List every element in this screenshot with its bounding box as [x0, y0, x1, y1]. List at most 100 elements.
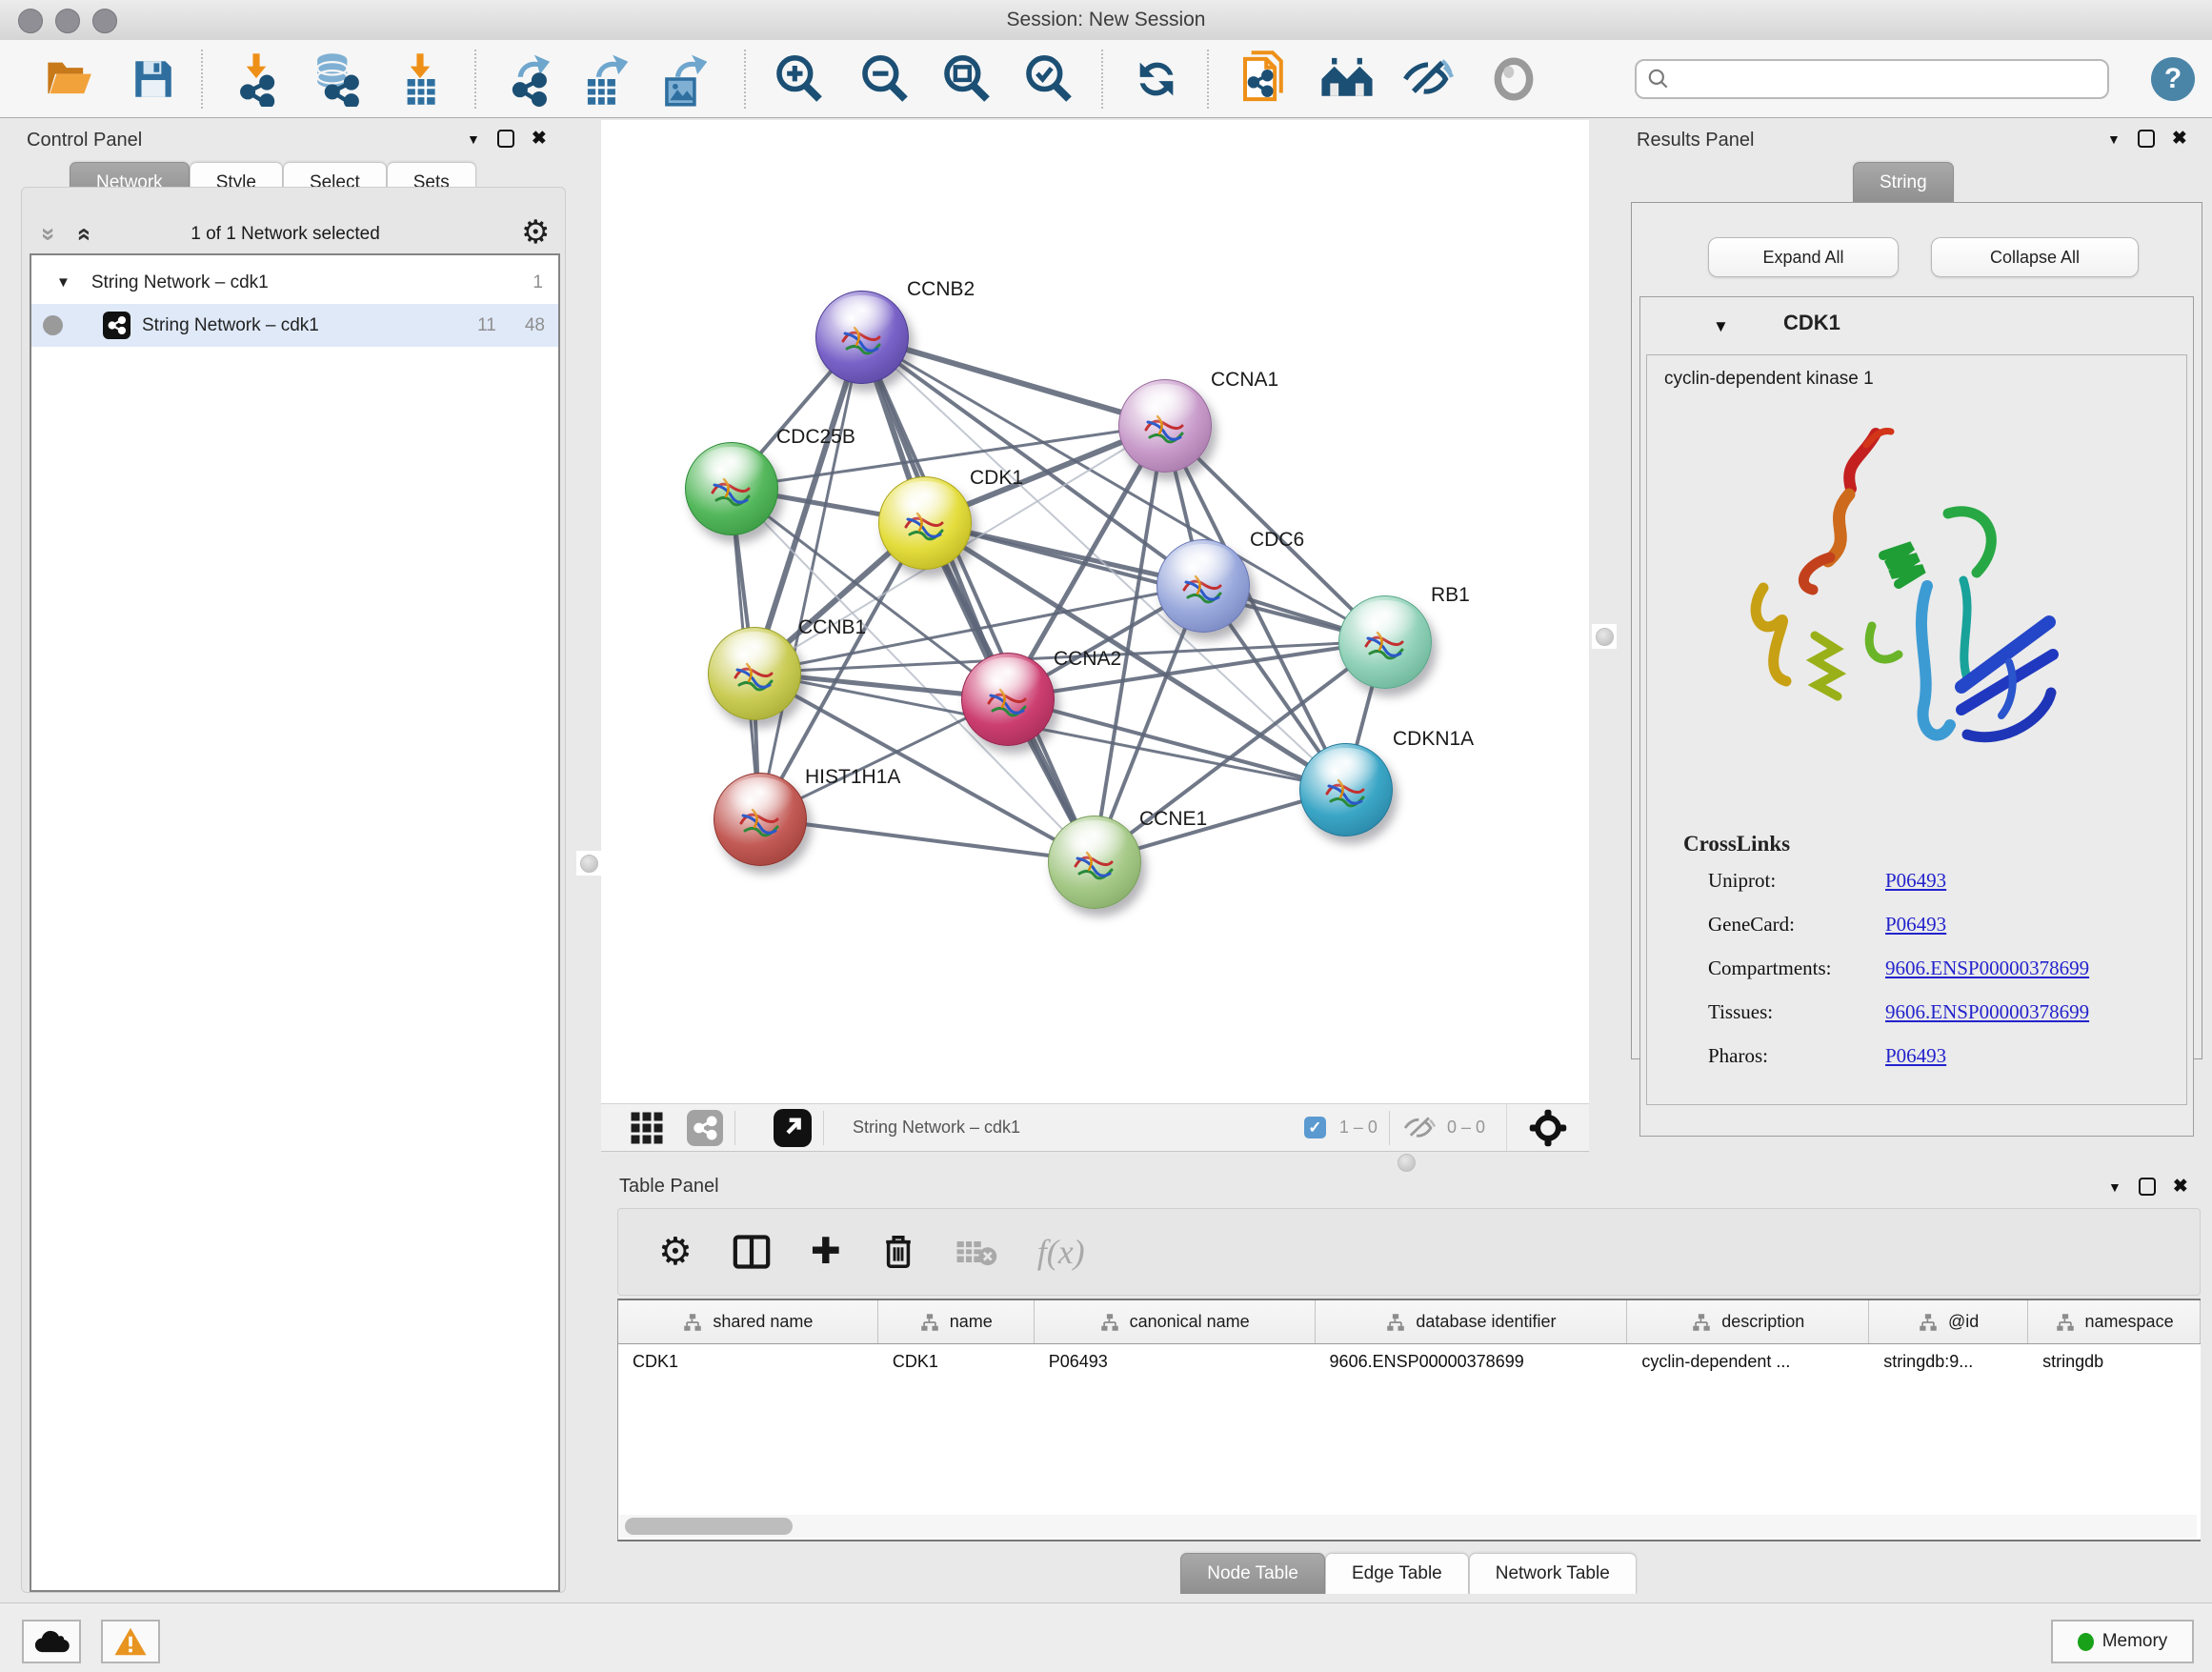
birds-eye-grid-icon[interactable]: [630, 1111, 664, 1145]
panel-float-icon[interactable]: [497, 130, 514, 148]
panel-close-icon[interactable]: ✖: [2173, 1178, 2188, 1196]
warnings-button[interactable]: [101, 1620, 160, 1663]
table-row[interactable]: CDK1CDK1P064939606.ENSP00000378699cyclin…: [618, 1344, 2201, 1382]
network-edge[interactable]: [924, 522, 1384, 641]
column-header-namespace[interactable]: namespace: [2028, 1300, 2201, 1343]
column-header-database-identifier[interactable]: database identifier: [1316, 1300, 1628, 1343]
export-network-button[interactable]: [501, 51, 560, 107]
splitter-collapse-right[interactable]: [1592, 624, 1617, 649]
crosslink-label: Uniprot:: [1685, 869, 1885, 893]
column-header--id[interactable]: @id: [1869, 1300, 2028, 1343]
crosslink-link[interactable]: P06493: [1885, 913, 1946, 937]
network-collection-row[interactable]: ▼ String Network – cdk1 1: [31, 261, 558, 304]
import-table-button[interactable]: [389, 51, 452, 107]
open-in-window-button[interactable]: [774, 1109, 812, 1147]
import-network-database-button[interactable]: [300, 51, 369, 107]
hide-selected-button[interactable]: [1398, 51, 1458, 107]
column-header-name[interactable]: name: [878, 1300, 1035, 1343]
network-node-CDC25B[interactable]: [685, 442, 778, 535]
table-settings-gear-icon[interactable]: ⚙: [658, 1233, 693, 1271]
network-share-icon[interactable]: [687, 1110, 723, 1146]
column-header-canonical-name[interactable]: canonical name: [1035, 1300, 1316, 1343]
export-table-button[interactable]: [575, 51, 638, 107]
hidden-eye-icon[interactable]: [1401, 1112, 1438, 1144]
crosslink-row: GeneCard:P06493: [1685, 902, 2181, 946]
selected-count: 1 – 0: [1339, 1118, 1377, 1138]
copy-network-button[interactable]: [1235, 51, 1294, 107]
panel-menu-icon[interactable]: ▼: [467, 132, 480, 146]
save-session-button[interactable]: [127, 51, 180, 107]
panel-float-icon[interactable]: [2138, 130, 2155, 148]
protein-structure-image: [1723, 407, 2095, 816]
crosslink-link[interactable]: 9606.ENSP00000378699: [1885, 957, 2089, 980]
refresh-button[interactable]: [1129, 51, 1184, 107]
open-session-button[interactable]: [38, 51, 99, 107]
entry-collapse-icon[interactable]: ▼: [1713, 318, 1729, 334]
import-network-file-button[interactable]: [229, 51, 284, 107]
zoom-selected-button[interactable]: [1019, 51, 1078, 107]
network-node-HIST1H1A[interactable]: [714, 773, 807, 866]
network-node-CDC6[interactable]: [1156, 539, 1250, 633]
column-header-shared-name[interactable]: shared name: [618, 1300, 878, 1343]
search-input[interactable]: [1679, 69, 2098, 91]
network-options-gear-icon[interactable]: ⚙: [521, 216, 550, 249]
show-columns-icon[interactable]: [733, 1235, 771, 1269]
network-edge[interactable]: [1007, 698, 1345, 789]
panel-float-icon[interactable]: [2139, 1178, 2156, 1196]
crosslinks-list: Uniprot:P06493GeneCard:P06493Compartment…: [1685, 858, 2181, 1078]
column-label: @id: [1948, 1312, 1979, 1332]
network-view-canvas[interactable]: CCNB2CCNA1CDC25BCDK1CDC6RB1CCNB1CCNA2CDK…: [601, 120, 1589, 1103]
tab-node-table[interactable]: Node Table: [1180, 1553, 1325, 1594]
tab-network-table[interactable]: Network Table: [1469, 1553, 1637, 1594]
show-all-button[interactable]: [1486, 51, 1541, 107]
network-node-CDK1[interactable]: [878, 476, 972, 570]
selected-nodes-checkbox[interactable]: ✓: [1304, 1117, 1326, 1138]
expand-all-button[interactable]: Expand All: [1708, 237, 1899, 277]
tree-expander-icon[interactable]: ▼: [56, 274, 70, 291]
tab-string[interactable]: String: [1853, 162, 1954, 203]
help-button[interactable]: ?: [2151, 57, 2195, 101]
network-row-selected[interactable]: String Network – cdk1 11 48: [31, 304, 558, 347]
first-neighbors-button[interactable]: [1316, 51, 1378, 107]
zoom-fit-button[interactable]: [937, 51, 996, 107]
cloud-button[interactable]: [22, 1620, 81, 1663]
hierarchy-icon: [919, 1313, 940, 1332]
crosslink-link[interactable]: 9606.ENSP00000378699: [1885, 1000, 2089, 1024]
crosslink-link[interactable]: P06493: [1885, 1044, 1946, 1068]
network-node-CCNA2[interactable]: [961, 653, 1055, 746]
crosslink-row: Uniprot:P06493: [1685, 858, 2181, 902]
collapse-all-button[interactable]: Collapse All: [1931, 237, 2139, 277]
scrollbar-thumb[interactable]: [625, 1518, 793, 1535]
table-horizontal-scrollbar[interactable]: [619, 1515, 2197, 1538]
delete-table-icon[interactable]: [955, 1237, 997, 1267]
panel-menu-icon[interactable]: ▼: [2107, 132, 2121, 146]
crosslink-row: Tissues:9606.ENSP00000378699: [1685, 990, 2181, 1034]
crosslink-label: Pharos:: [1685, 1044, 1885, 1068]
node-label-CDC25B: CDC25B: [776, 426, 855, 449]
zoom-in-button[interactable]: [770, 51, 829, 107]
function-builder-icon[interactable]: f(x): [1037, 1232, 1085, 1272]
network-view-title: String Network – cdk1: [853, 1118, 1020, 1138]
network-node-CCNA1[interactable]: [1118, 379, 1212, 473]
panel-menu-icon[interactable]: ▼: [2108, 1180, 2122, 1194]
delete-column-trash-icon[interactable]: [881, 1233, 915, 1271]
toolbar-separator: [1207, 50, 1209, 109]
zoom-out-button[interactable]: [855, 51, 915, 107]
column-header-description[interactable]: description: [1627, 1300, 1869, 1343]
crosslink-link[interactable]: P06493: [1885, 869, 1946, 893]
network-node-CDKN1A[interactable]: [1299, 743, 1393, 836]
network-node-CCNB2[interactable]: [815, 291, 909, 384]
add-column-icon[interactable]: ✚: [811, 1234, 841, 1270]
network-node-CCNB1[interactable]: [708, 627, 801, 720]
node-gloss: [1352, 600, 1418, 642]
export-image-button[interactable]: [654, 51, 717, 107]
tab-edge-table[interactable]: Edge Table: [1325, 1553, 1469, 1594]
memory-button[interactable]: Memory: [2051, 1620, 2194, 1663]
network-edge[interactable]: [759, 818, 1094, 861]
network-node-RB1[interactable]: [1338, 595, 1432, 689]
panel-close-icon[interactable]: ✖: [2172, 130, 2187, 148]
reset-view-crosshair-icon[interactable]: [1528, 1108, 1568, 1148]
network-node-CCNE1[interactable]: [1048, 816, 1141, 909]
panel-close-icon[interactable]: ✖: [532, 130, 547, 148]
splitter-collapse-left[interactable]: [576, 851, 601, 876]
